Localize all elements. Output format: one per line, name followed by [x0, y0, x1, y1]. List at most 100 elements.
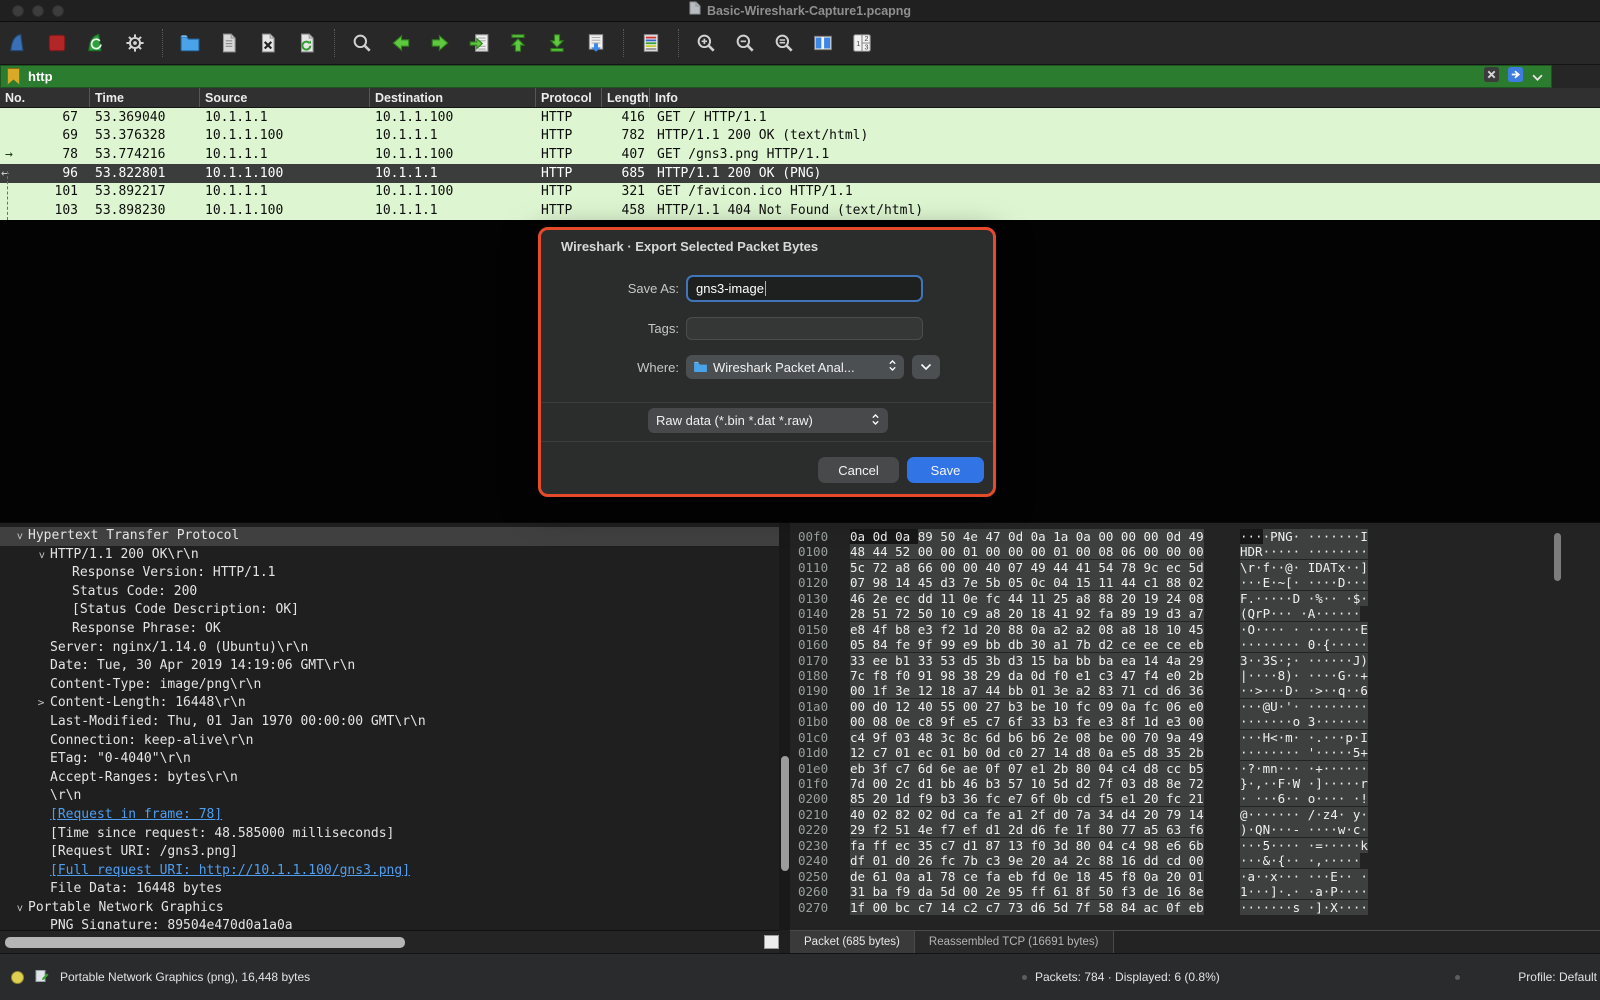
display-filter-input[interactable]: [28, 69, 1476, 84]
detail-tree-row[interactable]: [Status Code Description: OK]: [0, 601, 779, 620]
close-file-icon[interactable]: [255, 30, 281, 56]
zoom-in-icon[interactable]: [693, 30, 719, 56]
collapse-icon[interactable]: >: [10, 899, 29, 917]
detail-tree-row[interactable]: File Data: 16448 bytes: [0, 880, 779, 899]
byte-view-tab[interactable]: Reassembled TCP (16691 bytes): [914, 931, 1114, 953]
detail-tree-row[interactable]: Date: Tue, 30 Apr 2019 14:19:06 GMT\r\n: [0, 657, 779, 676]
find-packet-icon[interactable]: [349, 30, 375, 56]
wireshark-start-icon[interactable]: [5, 30, 31, 56]
detail-tree-row[interactable]: > Hypertext Transfer Protocol: [0, 527, 779, 546]
stop-capture-icon[interactable]: [44, 30, 70, 56]
zoom-reset-icon[interactable]: [771, 30, 797, 56]
hex-row[interactable]: 01a0 00 d0 12 40 55 00 27 b3 be 10 fc 09 …: [790, 698, 1600, 714]
detail-tree-row[interactable]: Last-Modified: Thu, 01 Jan 1970 00:00:00…: [0, 713, 779, 732]
hex-row[interactable]: 0170 33 ee b1 33 53 d5 3b d3 15 ba bb ba …: [790, 652, 1600, 668]
zoom-window-button[interactable]: [52, 4, 64, 17]
open-file-icon[interactable]: [177, 30, 203, 56]
hex-row[interactable]: 0130 46 2e ec dd 11 0e fc 44 11 25 a8 88 …: [790, 590, 1600, 606]
hex-row[interactable]: 0270 1f 00 bc c7 14 c2 c7 73 d6 5d 7f 58 …: [790, 899, 1600, 915]
packet-row[interactable]: ← 96 53.822801 10.1.1.100 10.1.1.1 HTTP 685 HTT…: [0, 163, 1600, 183]
column-header-source[interactable]: Source: [200, 88, 370, 107]
hex-row[interactable]: 00f0 0a 0d 0a 89 50 4e 47 0d 0a 1a 0a 00 …: [790, 529, 1600, 544]
packet-row[interactable]: 69 53.376328 10.1.1.100 10.1.1.1 HTTP 782 HTTP…: [0, 126, 1600, 146]
clear-filter-icon[interactable]: [1484, 66, 1499, 87]
detail-link[interactable]: [Request in frame: 78]: [50, 806, 222, 825]
packet-row[interactable]: 101 53.892217 10.1.1.1 10.1.1.100 HTTP 321 GET…: [0, 182, 1600, 202]
packet-row[interactable]: → 78 53.774216 10.1.1.1 10.1.1.100 HTTP 407 GET…: [0, 145, 1600, 164]
cancel-button[interactable]: Cancel: [818, 457, 899, 483]
column-header-no[interactable]: No.: [0, 88, 90, 107]
auto-scroll-icon[interactable]: [583, 30, 609, 56]
save-button[interactable]: Save: [907, 457, 984, 483]
hex-row[interactable]: 01d0 12 c7 01 ec 01 b0 0d c0 27 14 d8 0a …: [790, 745, 1600, 761]
detail-tree-row[interactable]: > HTTP/1.1 200 OK\r\n: [0, 546, 779, 565]
file-type-popup-button[interactable]: Raw data (*.bin *.dat *.raw): [648, 408, 888, 433]
detail-tree-row[interactable]: [Time since request: 48.585000 milliseco…: [0, 825, 779, 844]
hex-row[interactable]: 01e0 eb 3f c7 6d 6e ae 0f 07 e1 2b 80 04 …: [790, 760, 1600, 776]
hex-row[interactable]: 0190 00 1f 3e 12 18 a7 44 bb 01 3e a2 83 …: [790, 683, 1600, 699]
status-profile[interactable]: Profile: Default: [1518, 970, 1597, 984]
hex-row[interactable]: 0210 40 02 82 02 0d ca fe a1 2f d0 7a 34 …: [790, 806, 1600, 822]
bytes-vertical-scrollbar-thumb[interactable]: [1554, 533, 1561, 581]
detail-tree-row[interactable]: Response Phrase: OK: [0, 620, 779, 639]
column-header-protocol[interactable]: Protocol: [536, 88, 602, 107]
hex-row[interactable]: 0230 fa ff ec 35 c7 d1 87 13 f0 3d 80 04 …: [790, 837, 1600, 853]
column-header-length[interactable]: Length: [602, 88, 650, 107]
save-file-icon[interactable]: [216, 30, 242, 56]
detail-tree-row[interactable]: Server: nginx/1.14.0 (Ubuntu)\r\n: [0, 639, 779, 658]
expand-dialog-button[interactable]: [912, 355, 940, 379]
detail-tree-row[interactable]: ETag: "0-4040"\r\n: [0, 750, 779, 769]
hex-row[interactable]: 0150 e8 4f b8 e3 f2 1d 20 88 0a a2 a2 08 …: [790, 621, 1600, 637]
expand-icon[interactable]: >: [32, 694, 50, 713]
detail-tree-row[interactable]: > Portable Network Graphics: [0, 899, 779, 918]
detail-tree-row[interactable]: Connection: keep-alive\r\n: [0, 732, 779, 751]
hex-row[interactable]: 0240 df 01 d0 26 fc 7b c3 9e 20 a4 2c 88 …: [790, 853, 1600, 869]
apply-filter-icon[interactable]: [1508, 66, 1523, 87]
minimize-window-button[interactable]: [32, 4, 44, 17]
hex-row[interactable]: 0180 7c f8 f0 91 98 38 29 da 0d f0 e1 c3 …: [790, 667, 1600, 683]
hex-row[interactable]: 0110 5c 72 a8 66 00 00 40 07 49 44 41 54 …: [790, 559, 1600, 575]
column-header-time[interactable]: Time: [90, 88, 200, 107]
details-horizontal-scrollbar-thumb[interactable]: [5, 937, 405, 948]
hex-row[interactable]: 0160 05 84 fe 9f 99 e9 bb db 30 a1 7b d2 …: [790, 637, 1600, 653]
hex-row[interactable]: 0120 07 98 14 45 d3 7e 5b 05 0c 04 15 11 …: [790, 575, 1600, 591]
detail-tree-row[interactable]: Accept-Ranges: bytes\r\n: [0, 769, 779, 788]
reload-file-icon[interactable]: [294, 30, 320, 56]
where-popup-button[interactable]: Wireshark Packet Anal...: [686, 355, 904, 379]
expert-info-icon[interactable]: [11, 970, 24, 984]
hex-row[interactable]: 01c0 c4 9f 03 48 3c 8c 6d b6 b6 2e 08 be …: [790, 729, 1600, 745]
filter-dropdown-icon[interactable]: [1532, 68, 1543, 86]
capture-options-icon[interactable]: [122, 30, 148, 56]
hex-row[interactable]: 0250 de 61 0a a1 78 ce fa eb fd 0e 18 45 …: [790, 868, 1600, 884]
hex-row[interactable]: 0200 85 20 1d f9 b3 36 fc e7 6f 0b cd f5 …: [790, 791, 1600, 807]
display-filter-area[interactable]: [0, 65, 1552, 88]
packet-row[interactable]: 103 53.898230 10.1.1.100 10.1.1.1 HTTP 458 HTT…: [0, 201, 1600, 220]
go-to-packet-icon[interactable]: [466, 30, 492, 56]
detail-tree-row[interactable]: [Full request URI: http://10.1.1.100/gns…: [0, 862, 779, 881]
detail-tree-row[interactable]: [Request in frame: 78]: [0, 806, 779, 825]
hex-row[interactable]: 01b0 00 08 0e c8 9f e5 c7 6f 33 b3 fe e3 …: [790, 714, 1600, 730]
layout-123-icon[interactable]: 123: [849, 30, 875, 56]
hex-row[interactable]: 0260 31 ba f9 da 5d 00 2e 95 ff 61 8f 50 …: [790, 884, 1600, 900]
column-header-info[interactable]: Info: [650, 88, 1600, 107]
detail-tree-row[interactable]: \r\n: [0, 787, 779, 806]
zoom-out-icon[interactable]: [732, 30, 758, 56]
detail-tree-row[interactable]: Status Code: 200: [0, 583, 779, 602]
hex-row[interactable]: 0220 29 f2 51 4e f7 ef d1 2d d6 fe 1f 80 …: [790, 822, 1600, 838]
go-back-icon[interactable]: [388, 30, 414, 56]
colorize-icon[interactable]: [638, 30, 664, 56]
collapse-icon[interactable]: >: [32, 546, 51, 564]
hex-row[interactable]: 01f0 7d 00 2c d1 bb 46 b3 57 10 5d d2 7f …: [790, 776, 1600, 791]
detail-tree-row[interactable]: [Request URI: /gns3.png]: [0, 843, 779, 862]
column-header-destination[interactable]: Destination: [370, 88, 536, 107]
details-vertical-scrollbar-thumb[interactable]: [781, 756, 789, 871]
packet-row[interactable]: 67 53.369040 10.1.1.1 10.1.1.100 HTTP 416 GET …: [0, 108, 1600, 127]
go-to-bottom-icon[interactable]: [544, 30, 570, 56]
capture-comment-icon[interactable]: [35, 969, 49, 986]
resize-columns-icon[interactable]: [810, 30, 836, 56]
go-forward-icon[interactable]: [427, 30, 453, 56]
go-to-top-icon[interactable]: [505, 30, 531, 56]
filter-bookmark-icon[interactable]: [7, 68, 20, 85]
tags-field[interactable]: [686, 317, 923, 340]
detail-link[interactable]: [Full request URI: http://10.1.1.100/gns…: [50, 862, 410, 881]
